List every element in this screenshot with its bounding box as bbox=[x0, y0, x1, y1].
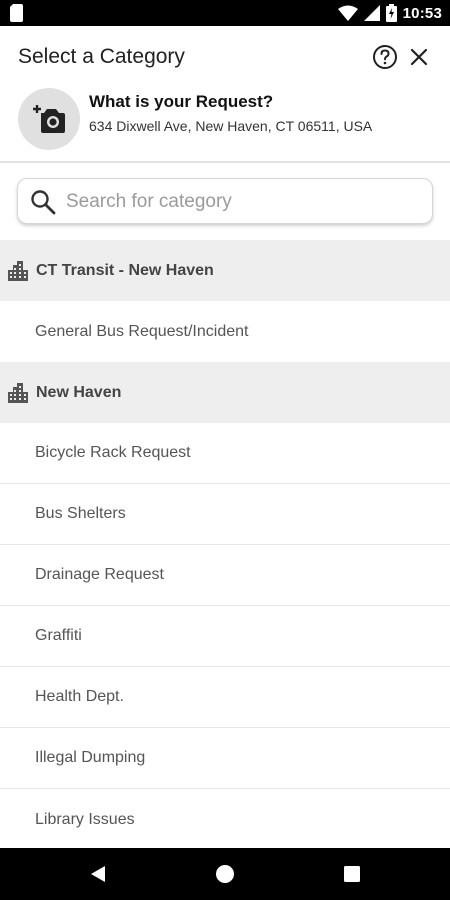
list-item[interactable]: Graffiti bbox=[0, 606, 450, 667]
add-photo-button[interactable] bbox=[18, 88, 80, 150]
building-icon bbox=[8, 260, 28, 281]
navigation-bar bbox=[0, 848, 450, 900]
group-header-new-haven: New Haven bbox=[0, 362, 450, 423]
building-icon bbox=[8, 382, 28, 403]
back-icon[interactable] bbox=[88, 864, 108, 884]
close-icon[interactable] bbox=[406, 44, 432, 70]
category-list: CT Transit - New Haven General Bus Reque… bbox=[0, 240, 450, 850]
home-icon[interactable] bbox=[215, 864, 235, 884]
status-time: 10:53 bbox=[402, 4, 442, 22]
list-item[interactable]: Library Issues bbox=[0, 789, 450, 850]
list-item[interactable]: Bus Shelters bbox=[0, 484, 450, 545]
list-item[interactable]: Health Dept. bbox=[0, 667, 450, 728]
list-item[interactable]: General Bus Request/Incident bbox=[0, 301, 450, 362]
wifi-icon bbox=[337, 5, 358, 21]
group-label: New Haven bbox=[36, 383, 122, 401]
search-icon bbox=[31, 190, 56, 215]
page-title: Select a Category bbox=[18, 45, 185, 68]
divider bbox=[0, 161, 450, 163]
add-photo-icon bbox=[33, 105, 65, 133]
request-card: What is your Request? 634 Dixwell Ave, N… bbox=[0, 88, 450, 160]
search-input[interactable] bbox=[66, 187, 421, 217]
request-address: 634 Dixwell Ave, New Haven, CT 06511, US… bbox=[89, 118, 373, 134]
header: Select a Category bbox=[0, 26, 450, 88]
cell-signal-icon bbox=[363, 5, 380, 21]
battery-charging-icon bbox=[385, 4, 397, 22]
request-title: What is your Request? bbox=[89, 92, 274, 111]
group-header-ct-transit: CT Transit - New Haven bbox=[0, 240, 450, 301]
recents-icon[interactable] bbox=[342, 864, 362, 884]
list-item[interactable]: Drainage Request bbox=[0, 545, 450, 606]
list-item[interactable]: Illegal Dumping bbox=[0, 728, 450, 789]
group-label: CT Transit - New Haven bbox=[36, 261, 214, 279]
status-bar: 10:53 bbox=[0, 0, 450, 26]
help-circle-icon[interactable] bbox=[372, 44, 398, 70]
list-item[interactable]: Bicycle Rack Request bbox=[0, 423, 450, 484]
search-box[interactable] bbox=[17, 178, 433, 224]
sim-card-icon bbox=[10, 4, 23, 22]
